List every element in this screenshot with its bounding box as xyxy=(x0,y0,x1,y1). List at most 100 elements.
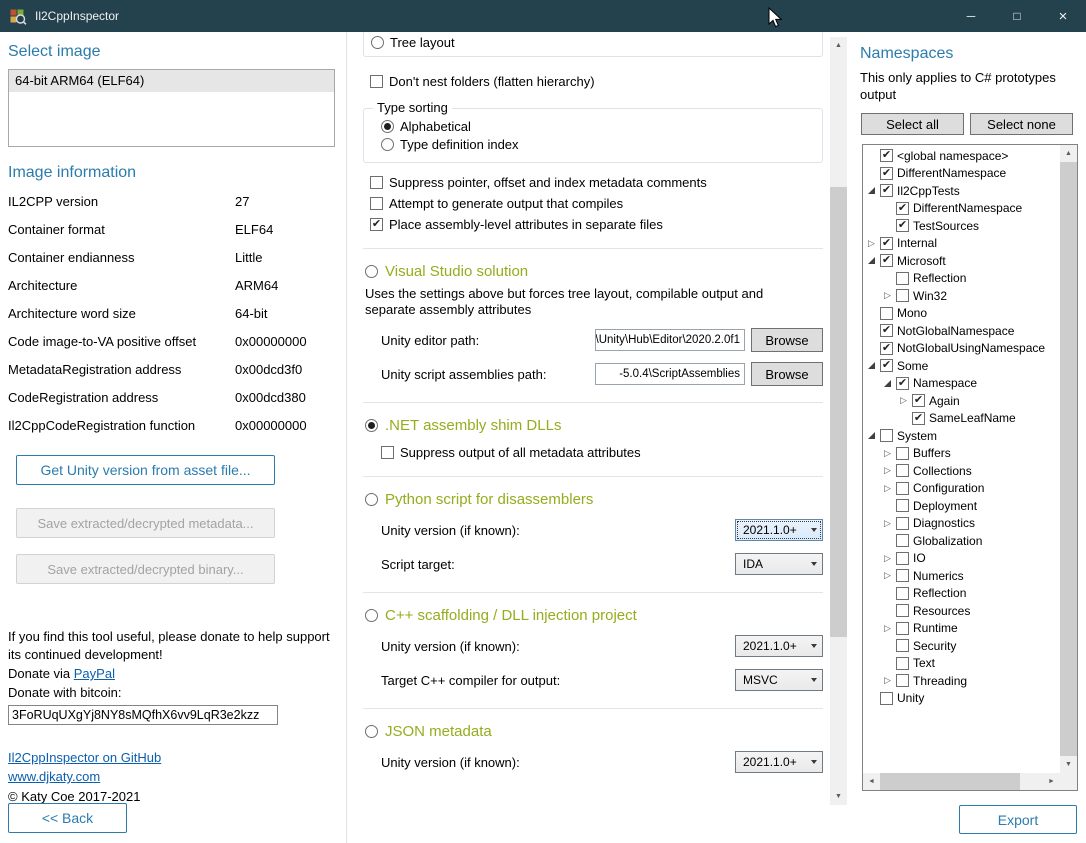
unity-version-select[interactable]: 2021.1.0+ xyxy=(735,519,823,541)
unity-version-select[interactable]: 2021.1.0+ xyxy=(735,751,823,773)
output-option-checkbox-row[interactable]: Suppress pointer, offset and index metad… xyxy=(370,174,823,190)
namespace-checkbox[interactable]: ✔ xyxy=(896,377,909,390)
expand-icon[interactable]: ▷ xyxy=(882,290,893,301)
namespace-checkbox[interactable]: ✔ xyxy=(880,342,893,355)
tree-item[interactable]: ▷IO xyxy=(863,550,1060,568)
close-button[interactable]: × xyxy=(1040,0,1086,32)
paypal-link[interactable]: PayPal xyxy=(74,666,115,681)
cpp-project-radio-row[interactable]: C++ scaffolding / DLL injection project xyxy=(363,606,823,624)
tree-item[interactable]: Globalization xyxy=(863,532,1060,550)
tree-item[interactable]: Resources xyxy=(863,602,1060,620)
namespace-checkbox[interactable] xyxy=(896,482,909,495)
scroll-down-button[interactable]: ▼ xyxy=(830,788,847,805)
select-none-button[interactable]: Select none xyxy=(970,113,1073,135)
expand-icon[interactable]: ▷ xyxy=(882,465,893,476)
namespace-checkbox[interactable]: ✔ xyxy=(912,412,925,425)
namespace-checkbox[interactable]: ✔ xyxy=(880,237,893,250)
tree-item[interactable]: Unity xyxy=(863,690,1060,708)
namespace-checkbox[interactable] xyxy=(896,517,909,530)
maximize-button[interactable]: □ xyxy=(994,0,1040,32)
back-button[interactable]: << Back xyxy=(8,803,127,833)
tree-item[interactable]: ✔SameLeafName xyxy=(863,410,1060,428)
namespace-checkbox[interactable] xyxy=(896,674,909,687)
vertical-scrollbar[interactable]: ▲ ▼ xyxy=(830,37,847,805)
tree-item[interactable]: Reflection xyxy=(863,585,1060,603)
website-link[interactable]: www.djkaty.com xyxy=(8,769,100,784)
tree-item[interactable]: Mono xyxy=(863,305,1060,323)
namespace-checkbox[interactable] xyxy=(880,692,893,705)
namespace-checkbox[interactable] xyxy=(896,447,909,460)
namespace-checkbox[interactable] xyxy=(896,499,909,512)
checkbox-icon[interactable] xyxy=(370,75,383,88)
visual-studio-radio-row[interactable]: Visual Studio solution xyxy=(363,262,823,280)
radio-icon[interactable] xyxy=(381,120,394,133)
tree-item[interactable]: ▷Diagnostics xyxy=(863,515,1060,533)
namespace-checkbox[interactable] xyxy=(880,429,893,442)
tree-item[interactable]: ▷Buffers xyxy=(863,445,1060,463)
expand-icon[interactable]: ▷ xyxy=(866,238,877,249)
tree-item[interactable]: ▷Collections xyxy=(863,462,1060,480)
radio-icon[interactable] xyxy=(365,725,378,738)
checkbox-icon[interactable] xyxy=(370,197,383,210)
namespace-checkbox[interactable]: ✔ xyxy=(880,167,893,180)
namespace-checkbox[interactable] xyxy=(896,569,909,582)
tree-horizontal-scrollbar[interactable]: ◄ ► xyxy=(863,773,1060,790)
type-sorting-radio-row[interactable]: Type definition index xyxy=(381,135,822,153)
output-option-checkbox-row[interactable]: ✔Place assembly-level attributes in sepa… xyxy=(370,216,823,232)
minimize-button[interactable]: ─ xyxy=(948,0,994,32)
namespace-checkbox[interactable]: ✔ xyxy=(912,394,925,407)
namespace-checkbox[interactable] xyxy=(896,587,909,600)
namespace-checkbox[interactable]: ✔ xyxy=(880,359,893,372)
namespace-checkbox[interactable]: ✔ xyxy=(880,149,893,162)
collapse-icon[interactable] xyxy=(882,378,893,389)
tree-vertical-scrollbar[interactable]: ▲ ▼ xyxy=(1060,145,1077,773)
browse-editor-path-button[interactable]: Browse xyxy=(751,328,823,352)
github-link[interactable]: Il2CppInspector on GitHub xyxy=(8,750,161,765)
namespace-checkbox[interactable]: ✔ xyxy=(880,184,893,197)
expand-icon[interactable]: ▷ xyxy=(882,570,893,581)
tree-item[interactable]: ✔DifferentNamespace xyxy=(863,165,1060,183)
cpp-compiler-select[interactable]: MSVC xyxy=(735,669,823,691)
collapse-icon[interactable] xyxy=(866,255,877,266)
python-script-radio-row[interactable]: Python script for disassemblers xyxy=(363,490,823,508)
namespace-checkbox[interactable] xyxy=(896,657,909,670)
radio-icon[interactable] xyxy=(365,265,378,278)
tree-item[interactable]: ✔DifferentNamespace xyxy=(863,200,1060,218)
tree-item[interactable]: ✔Microsoft xyxy=(863,252,1060,270)
radio-icon[interactable] xyxy=(365,609,378,622)
namespace-checkbox[interactable] xyxy=(896,464,909,477)
scroll-right-button[interactable]: ► xyxy=(1043,773,1060,790)
suppress-metadata-checkbox-row[interactable]: Suppress output of all metadata attribut… xyxy=(381,444,823,460)
namespace-checkbox[interactable] xyxy=(896,604,909,617)
json-metadata-radio-row[interactable]: JSON metadata xyxy=(363,722,823,740)
tree-item[interactable]: Deployment xyxy=(863,497,1060,515)
tree-item[interactable]: ✔Some xyxy=(863,357,1060,375)
scrollbar-thumb[interactable] xyxy=(1060,162,1077,756)
export-button[interactable]: Export xyxy=(959,805,1077,834)
scroll-up-button[interactable]: ▲ xyxy=(830,37,847,54)
collapse-icon[interactable] xyxy=(866,185,877,196)
tree-item[interactable]: ▷Win32 xyxy=(863,287,1060,305)
namespace-checkbox[interactable] xyxy=(896,639,909,652)
shim-dlls-radio-row[interactable]: .NET assembly shim DLLs xyxy=(363,416,823,434)
scrollbar-thumb[interactable] xyxy=(880,773,1020,790)
expand-icon[interactable]: ▷ xyxy=(882,675,893,686)
namespace-checkbox[interactable] xyxy=(896,622,909,635)
tree-item[interactable]: Reflection xyxy=(863,270,1060,288)
expand-icon[interactable]: ▷ xyxy=(882,553,893,564)
radio-icon[interactable] xyxy=(365,419,378,432)
collapse-icon[interactable] xyxy=(866,430,877,441)
namespace-checkbox[interactable] xyxy=(896,552,909,565)
namespace-checkbox[interactable] xyxy=(896,289,909,302)
namespace-checkbox[interactable] xyxy=(880,307,893,320)
flatten-hierarchy-checkbox-row[interactable]: Don't nest folders (flatten hierarchy) xyxy=(370,73,823,89)
output-option-checkbox-row[interactable]: Attempt to generate output that compiles xyxy=(370,195,823,211)
tree-item[interactable]: ▷✔Internal xyxy=(863,235,1060,253)
checkbox-icon[interactable] xyxy=(370,176,383,189)
radio-icon[interactable] xyxy=(371,36,384,49)
script-assemblies-path-input[interactable]: -5.0.4\ScriptAssemblies xyxy=(595,363,745,385)
tree-item[interactable]: ✔Namespace xyxy=(863,375,1060,393)
tree-item[interactable]: ✔NotGlobalNamespace xyxy=(863,322,1060,340)
tree-item[interactable]: ✔TestSources xyxy=(863,217,1060,235)
script-target-select[interactable]: IDA xyxy=(735,553,823,575)
